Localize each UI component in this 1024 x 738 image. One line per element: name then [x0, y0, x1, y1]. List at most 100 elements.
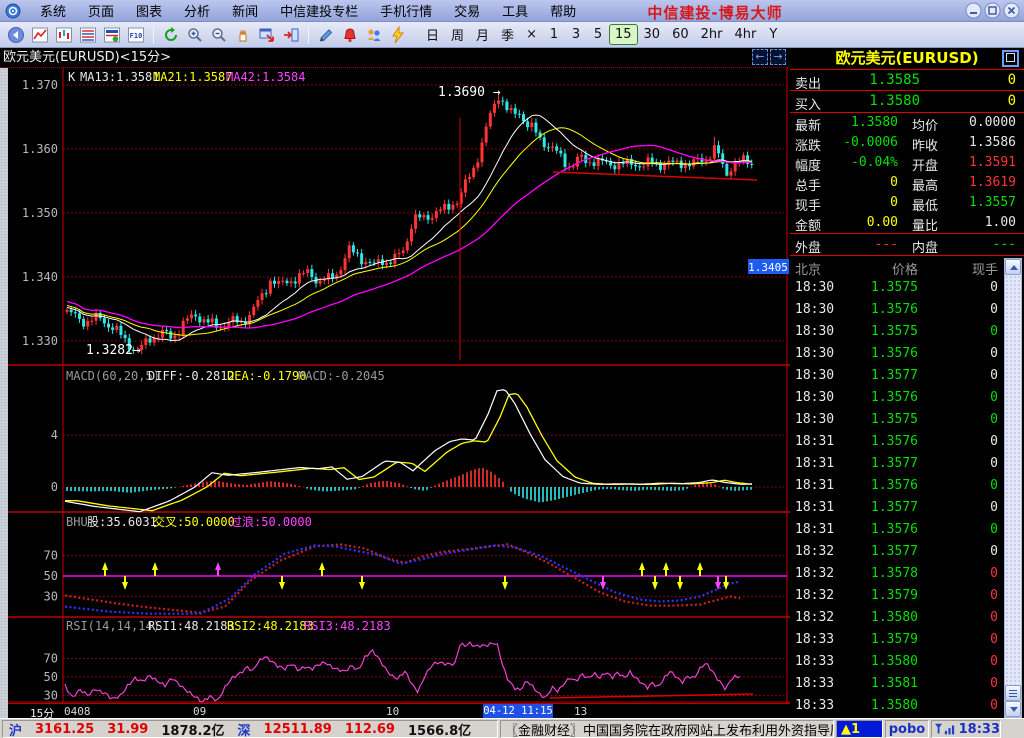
- alert-count: ▲1: [841, 722, 860, 737]
- sz-index: 12511.89: [264, 722, 332, 737]
- menu-item[interactable]: 新闻: [221, 0, 269, 23]
- zoom-out-icon: [210, 26, 228, 44]
- period-button-2hr[interactable]: 2hr: [695, 24, 729, 45]
- tick-row[interactable]: 18:331.35800: [790, 695, 1024, 717]
- toolbar-alarm-button[interactable]: [338, 24, 362, 46]
- close-button[interactable]: [1003, 2, 1020, 19]
- quote-panel-header: 欧元美元(EURUSD): [790, 48, 1024, 70]
- period-button-5[interactable]: 5: [587, 24, 609, 45]
- toolbar-flash-button[interactable]: [386, 24, 410, 46]
- tick-row[interactable]: 18:331.35810: [790, 673, 1024, 695]
- period-button-1[interactable]: 1: [543, 24, 565, 45]
- tick-row[interactable]: 18:311.35760: [790, 519, 1024, 541]
- toolbar-zoom-out-button[interactable]: [207, 24, 231, 46]
- inner-value: ---: [936, 237, 1016, 252]
- tick-row[interactable]: 18:331.35790: [790, 629, 1024, 651]
- period-button-×[interactable]: ×: [520, 24, 543, 45]
- menu-item[interactable]: 手机行情: [369, 0, 443, 23]
- tick-price: 1.3578: [848, 566, 918, 581]
- quote-label: 开盘: [912, 155, 938, 174]
- sell-price: 1.3585: [826, 72, 920, 88]
- toolbar-zoom-in-button[interactable]: [183, 24, 207, 46]
- chart-area: 欧元美元(EURUSD)<15分> ← → 1.3701.3601.3501.3…: [0, 48, 790, 718]
- sell-label: 卖出: [795, 73, 821, 92]
- toolbar-jump-panel-button[interactable]: [279, 24, 303, 46]
- next-page-icon[interactable]: →: [770, 49, 786, 65]
- toolbar-quote-list-button[interactable]: [76, 24, 100, 46]
- buy-row[interactable]: 买入 1.3580 0: [790, 91, 1024, 113]
- period-button-季[interactable]: 季: [495, 22, 520, 47]
- period-button-3[interactable]: 3: [565, 24, 587, 45]
- period-button-15[interactable]: 15: [609, 24, 638, 45]
- toolbar-users-button[interactable]: [362, 24, 386, 46]
- sz-label: 深: [238, 720, 251, 738]
- restore-button[interactable]: [984, 2, 1001, 19]
- quote-symbol-title: 欧元美元(EURUSD): [835, 49, 978, 67]
- scroll-up-icon[interactable]: [1005, 259, 1021, 275]
- tick-row[interactable]: 18:301.35750: [790, 321, 1024, 343]
- chart-canvas[interactable]: 1.3701.3601.3501.3401.330407050307050301…: [0, 68, 790, 703]
- menu-item[interactable]: 页面: [77, 0, 125, 23]
- tick-row[interactable]: 18:321.35790: [790, 585, 1024, 607]
- news-ticker[interactable]: 〖金融财经〗中国国务院在政府网站上发布利用外资指导原则: [500, 720, 834, 738]
- tick-row[interactable]: 18:321.35770: [790, 541, 1024, 563]
- svg-text:RSI2:48.2183: RSI2:48.2183: [227, 619, 314, 633]
- period-button-60[interactable]: 60: [666, 24, 695, 45]
- toolbar-refresh-button[interactable]: [159, 24, 183, 46]
- tick-row[interactable]: 18:311.35760: [790, 431, 1024, 453]
- tick-row[interactable]: 18:301.35750: [790, 277, 1024, 299]
- period-button-30[interactable]: 30: [638, 24, 667, 45]
- sell-row[interactable]: 卖出 1.3585 0: [790, 70, 1024, 91]
- toolbar-back-button[interactable]: [4, 24, 28, 46]
- tick-row[interactable]: 18:331.35800: [790, 651, 1024, 673]
- tick-row[interactable]: 18:301.35760: [790, 343, 1024, 365]
- menubar: 系统页面图表分析新闻中信建投专栏手机行情交易工具帮助: [29, 0, 587, 22]
- menu-item[interactable]: 交易: [443, 0, 491, 23]
- menu-item[interactable]: 帮助: [539, 0, 587, 23]
- toolbar-candle-chart-button[interactable]: [52, 24, 76, 46]
- scroll-menu-icon[interactable]: [1005, 685, 1021, 701]
- tick-row[interactable]: 18:321.35800: [790, 607, 1024, 629]
- period-button-周[interactable]: 周: [445, 22, 470, 47]
- app-icon: [5, 3, 21, 19]
- tick-row[interactable]: 18:301.35760: [790, 299, 1024, 321]
- svg-text:RSI3:48.2183: RSI3:48.2183: [304, 619, 391, 633]
- tick-scrollbar[interactable]: [1004, 258, 1022, 718]
- status-clock: 18:33: [959, 722, 1000, 737]
- menu-item[interactable]: 工具: [491, 0, 539, 23]
- tick-time: 18:30: [795, 280, 834, 295]
- toolbar-window-switch-button[interactable]: [255, 24, 279, 46]
- period-button-4hr[interactable]: 4hr: [728, 24, 762, 45]
- toolbar-line-chart-button[interactable]: [28, 24, 52, 46]
- buy-qty: 0: [1008, 93, 1016, 109]
- toolbar-draw-button[interactable]: [314, 24, 338, 46]
- menu-item[interactable]: 分析: [173, 0, 221, 23]
- period-button-日[interactable]: 日: [420, 22, 445, 47]
- scroll-down-icon[interactable]: [1005, 701, 1021, 717]
- tick-row[interactable]: 18:311.35770: [790, 453, 1024, 475]
- tick-row[interactable]: 18:301.35750: [790, 409, 1024, 431]
- quote-row: 金额0.00量比1.00: [790, 213, 1024, 233]
- toolbar-hand-button[interactable]: [231, 24, 255, 46]
- tick-qty: 0: [990, 456, 998, 471]
- panel-restore-icon[interactable]: [1002, 50, 1019, 67]
- svg-text:30: 30: [44, 589, 58, 603]
- tick-time: 18:30: [795, 368, 834, 383]
- toolbar-quote-board-button[interactable]: [100, 24, 124, 46]
- menu-item[interactable]: 系统: [29, 0, 77, 23]
- menu-item[interactable]: 中信建投专栏: [269, 0, 369, 23]
- menu-item[interactable]: 图表: [125, 0, 173, 23]
- tick-row[interactable]: 18:301.35760: [790, 387, 1024, 409]
- tick-row[interactable]: 18:311.35760: [790, 475, 1024, 497]
- prev-page-icon[interactable]: ←: [752, 49, 768, 65]
- alert-badge[interactable]: ▲1: [836, 720, 883, 738]
- tick-qty: 0: [990, 390, 998, 405]
- tick-row[interactable]: 18:321.35780: [790, 563, 1024, 585]
- brand-text: pobo: [889, 722, 925, 737]
- tick-row[interactable]: 18:301.35770: [790, 365, 1024, 387]
- tick-row[interactable]: 18:311.35770: [790, 497, 1024, 519]
- period-button-月[interactable]: 月: [470, 22, 495, 47]
- minimize-button[interactable]: [965, 2, 982, 19]
- period-button-Y[interactable]: Y: [762, 24, 784, 45]
- toolbar-f10-button[interactable]: F10: [124, 24, 148, 46]
